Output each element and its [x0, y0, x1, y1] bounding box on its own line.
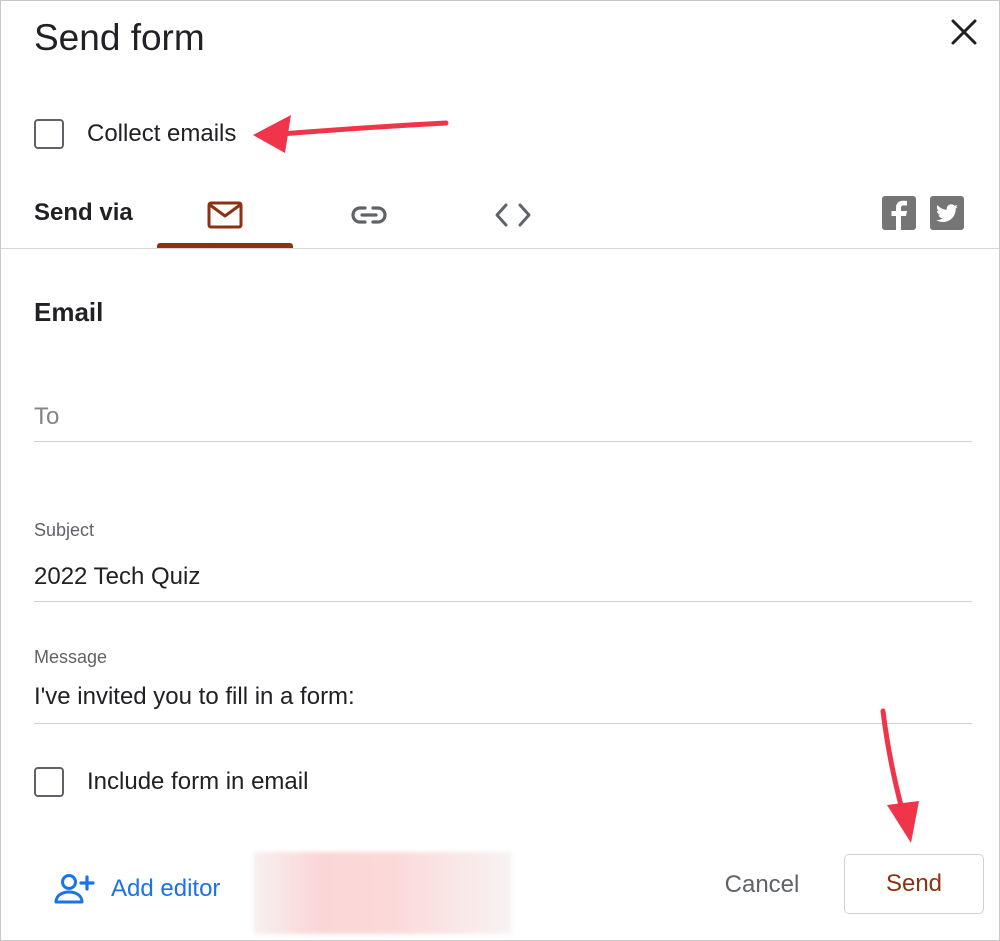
include-form-label: Include form in email	[87, 768, 309, 795]
tab-email[interactable]	[157, 181, 293, 249]
tab-embed[interactable]	[445, 181, 581, 249]
email-icon	[207, 201, 243, 229]
subject-input[interactable]	[34, 559, 972, 595]
include-form-checkbox[interactable]	[34, 767, 64, 797]
to-input[interactable]	[34, 399, 972, 435]
send-via-label: Send via	[34, 199, 133, 226]
arrow-to-send	[880, 708, 919, 843]
tab-link[interactable]	[301, 181, 437, 249]
subject-field	[34, 559, 972, 602]
email-section-title: Email	[34, 297, 104, 327]
to-field	[34, 399, 972, 442]
facebook-icon	[891, 200, 907, 230]
cancel-button[interactable]: Cancel	[701, 857, 823, 913]
close-icon	[951, 19, 977, 45]
share-twitter-button[interactable]	[930, 196, 964, 230]
collect-emails-checkbox[interactable]	[34, 119, 64, 149]
message-field	[34, 679, 972, 724]
tabs-divider	[1, 248, 999, 249]
message-input[interactable]	[34, 679, 972, 715]
add-person-icon	[54, 874, 95, 904]
message-label: Message	[34, 647, 108, 667]
subject-label: Subject	[34, 520, 95, 540]
twitter-icon	[936, 204, 958, 222]
collect-emails-label: Collect emails	[87, 120, 237, 147]
add-editor-button[interactable]: Add editor	[53, 867, 220, 911]
send-button[interactable]: Send	[844, 854, 984, 914]
dialog-title: Send form	[34, 17, 205, 58]
link-icon	[351, 206, 387, 224]
add-editor-label: Add editor	[111, 875, 221, 902]
send-form-dialog: Send form Collect emails Send via Email …	[0, 0, 1000, 941]
redacted-region	[254, 852, 512, 934]
share-facebook-button[interactable]	[882, 196, 916, 230]
close-button[interactable]	[945, 13, 985, 53]
embed-code-icon	[495, 203, 531, 227]
arrow-to-collect-emails	[253, 115, 449, 153]
